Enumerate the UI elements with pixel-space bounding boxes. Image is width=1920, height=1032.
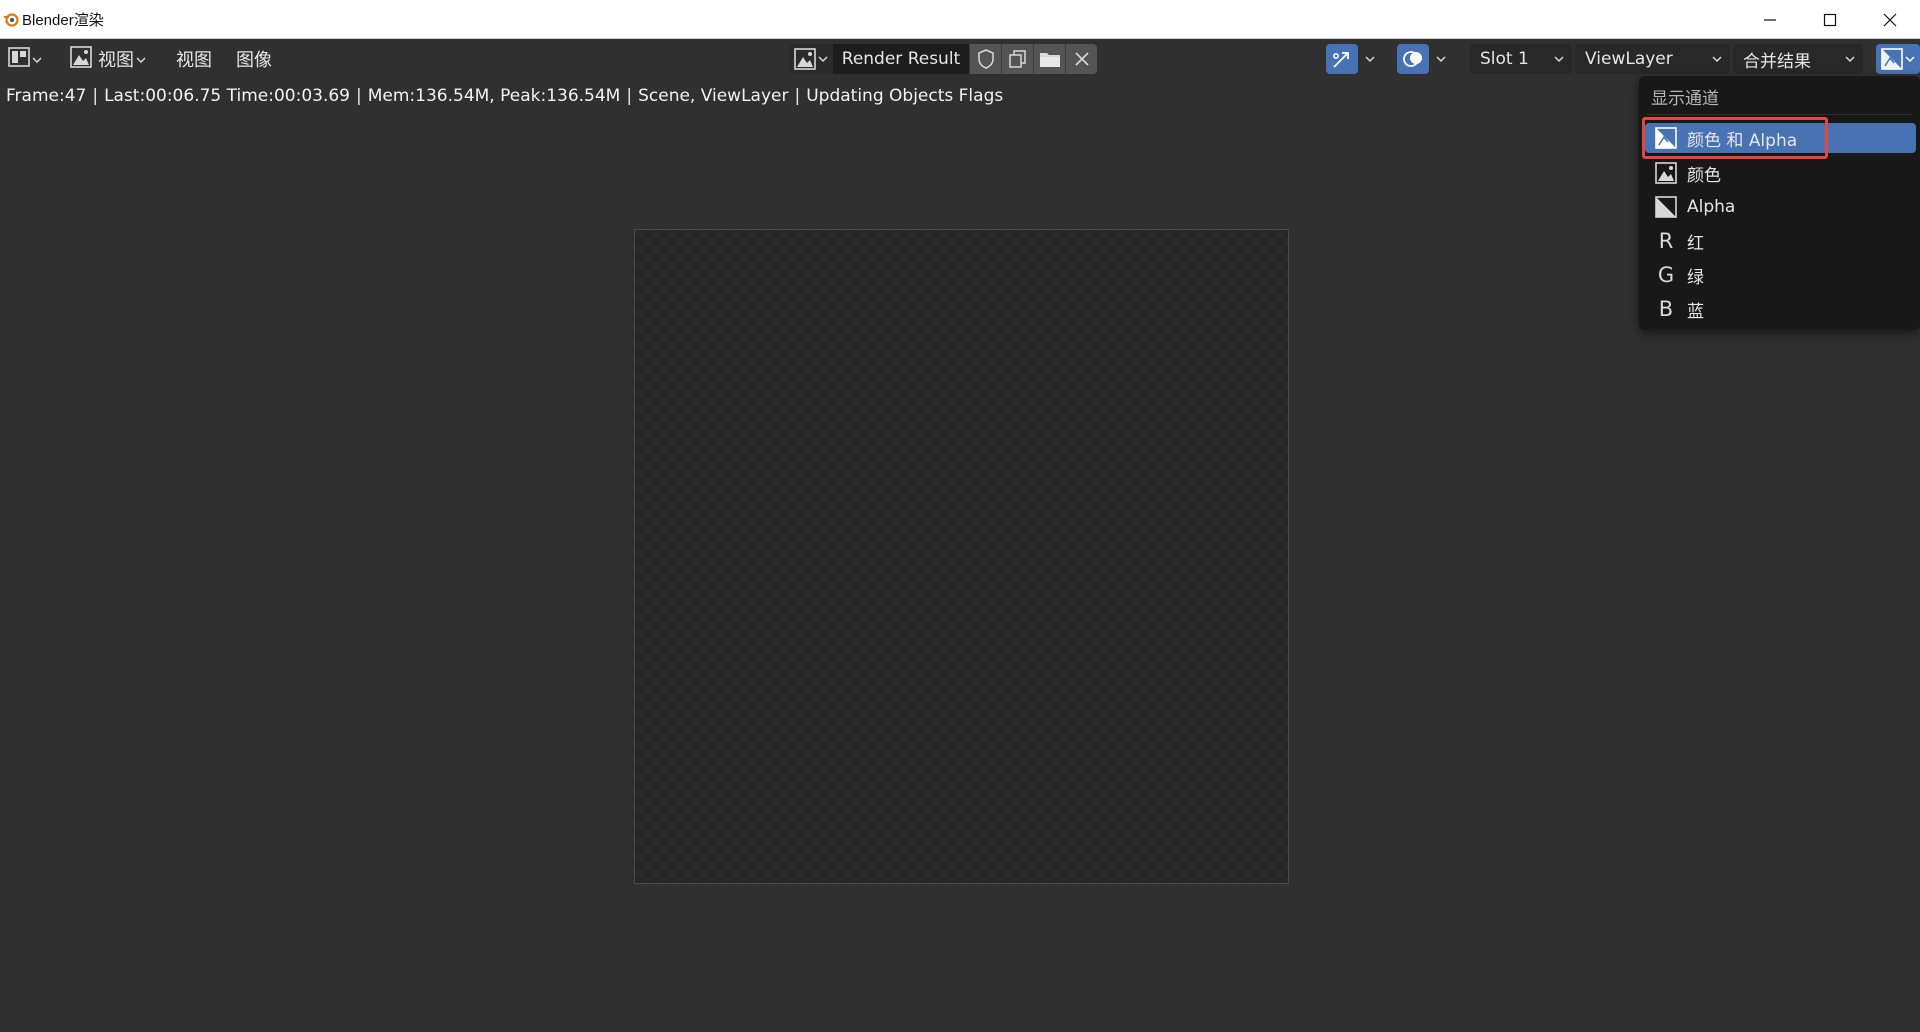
channel-item-label: Alpha <box>1687 197 1736 217</box>
channel-item-blue[interactable]: B 蓝 <box>1645 294 1916 324</box>
channel-item-label: 绿 <box>1687 267 1704 288</box>
image-icon <box>1653 162 1679 184</box>
menu-image[interactable]: 图像 <box>226 44 282 74</box>
view-mode-dropdown[interactable]: 视图 <box>60 44 156 74</box>
status-memory: Mem:136.54M, Peak:136.54M <box>367 86 621 106</box>
slot-label: Slot 1 <box>1480 49 1529 69</box>
status-frame: Frame:47 <box>6 86 87 106</box>
view-layer-label: ViewLayer <box>1585 49 1673 69</box>
channel-item-label: 颜色 <box>1687 165 1721 186</box>
channel-item-alpha[interactable]: Alpha <box>1645 192 1916 222</box>
minimize-icon[interactable] <box>1740 0 1800 39</box>
green-channel-icon: G <box>1657 263 1675 287</box>
display-channels-button[interactable] <box>1876 44 1920 74</box>
status-times: Last:00:06.75 Time:00:03.69 <box>104 86 350 106</box>
duplicate-image-icon[interactable] <box>1001 44 1033 74</box>
maximize-icon[interactable] <box>1800 0 1860 39</box>
menu-divider <box>1647 114 1912 115</box>
channel-item-color-alpha[interactable]: 颜色 和 Alpha <box>1645 123 1916 153</box>
chevron-down-icon <box>1554 56 1564 63</box>
image-editor-icon <box>8 46 30 72</box>
window-title: Blender渲染 <box>22 11 104 29</box>
unlink-x-icon[interactable] <box>1065 44 1097 74</box>
image-mode-icon <box>70 45 92 73</box>
chevron-down-icon <box>32 49 42 69</box>
color-alpha-icon <box>1653 127 1679 149</box>
chevron-down-icon <box>1905 56 1915 63</box>
image-name-field[interactable]: Render Result <box>833 44 969 74</box>
editor-type-button[interactable] <box>4 44 46 74</box>
view-layer-dropdown[interactable]: ViewLayer <box>1575 44 1730 74</box>
close-icon[interactable] <box>1860 0 1920 39</box>
chevron-down-icon <box>1845 56 1855 63</box>
alpha-icon <box>1653 196 1679 218</box>
chevron-down-icon[interactable] <box>1429 44 1453 74</box>
gizmo-toggle-button[interactable] <box>1326 44 1358 74</box>
status-scene: Scene, ViewLayer <box>638 86 789 106</box>
status-message: Updating Objects Flags <box>806 86 1004 106</box>
blender-logo-icon <box>0 8 22 30</box>
display-channels-menu: 显示通道 颜色 和 Alpha 颜色 Alpha R 红 G 绿 B 蓝 <box>1639 76 1920 330</box>
render-pass-label: 合并结果 <box>1743 51 1811 72</box>
status-separator: | <box>92 86 99 106</box>
render-pass-dropdown[interactable]: 合并结果 <box>1733 44 1863 74</box>
chevron-down-icon <box>136 49 146 69</box>
blue-channel-icon: B <box>1658 297 1674 321</box>
render-status-line: Frame:47 | Last:00:06.75 Time:00:03.69 |… <box>6 84 1003 108</box>
overlay-icon <box>1403 51 1422 67</box>
browse-image-button[interactable] <box>789 44 833 74</box>
chevron-down-icon[interactable] <box>1358 44 1382 74</box>
color-alpha-icon <box>1881 48 1903 70</box>
gizmo-icon <box>1333 52 1349 68</box>
overlay-group <box>1397 44 1453 74</box>
slot-dropdown[interactable]: Slot 1 <box>1470 44 1572 74</box>
overlay-toggle-button[interactable] <box>1397 44 1429 74</box>
gizmo-group <box>1326 44 1382 74</box>
render-result-canvas[interactable] <box>634 229 1289 884</box>
channel-item-label: 颜色 和 Alpha <box>1687 130 1798 151</box>
window-title-bar: Blender渲染 <box>0 0 1920 39</box>
view-mode-label: 视图 <box>98 50 134 71</box>
status-separator: | <box>794 86 801 106</box>
status-separator: | <box>356 86 362 106</box>
channel-item-label: 红 <box>1687 233 1704 254</box>
channel-item-label: 蓝 <box>1687 301 1704 322</box>
menu-title: 显示通道 <box>1651 89 1719 109</box>
open-folder-icon[interactable] <box>1033 44 1065 74</box>
fake-user-shield-icon[interactable] <box>969 44 1001 74</box>
channel-item-color[interactable]: 颜色 <box>1645 158 1916 188</box>
channel-item-green[interactable]: G 绿 <box>1645 260 1916 290</box>
status-separator: | <box>626 86 633 106</box>
image-browse-icon <box>794 48 816 70</box>
menu-view[interactable]: 视图 <box>166 44 222 74</box>
image-datablock-selector: Render Result <box>789 44 1097 74</box>
image-editor-header: 视图 视图 图像 Render Result Slot 1 ViewLayer … <box>0 39 1920 79</box>
red-channel-icon: R <box>1658 229 1674 253</box>
chevron-down-icon <box>1712 56 1722 63</box>
channel-item-red[interactable]: R 红 <box>1645 226 1916 256</box>
